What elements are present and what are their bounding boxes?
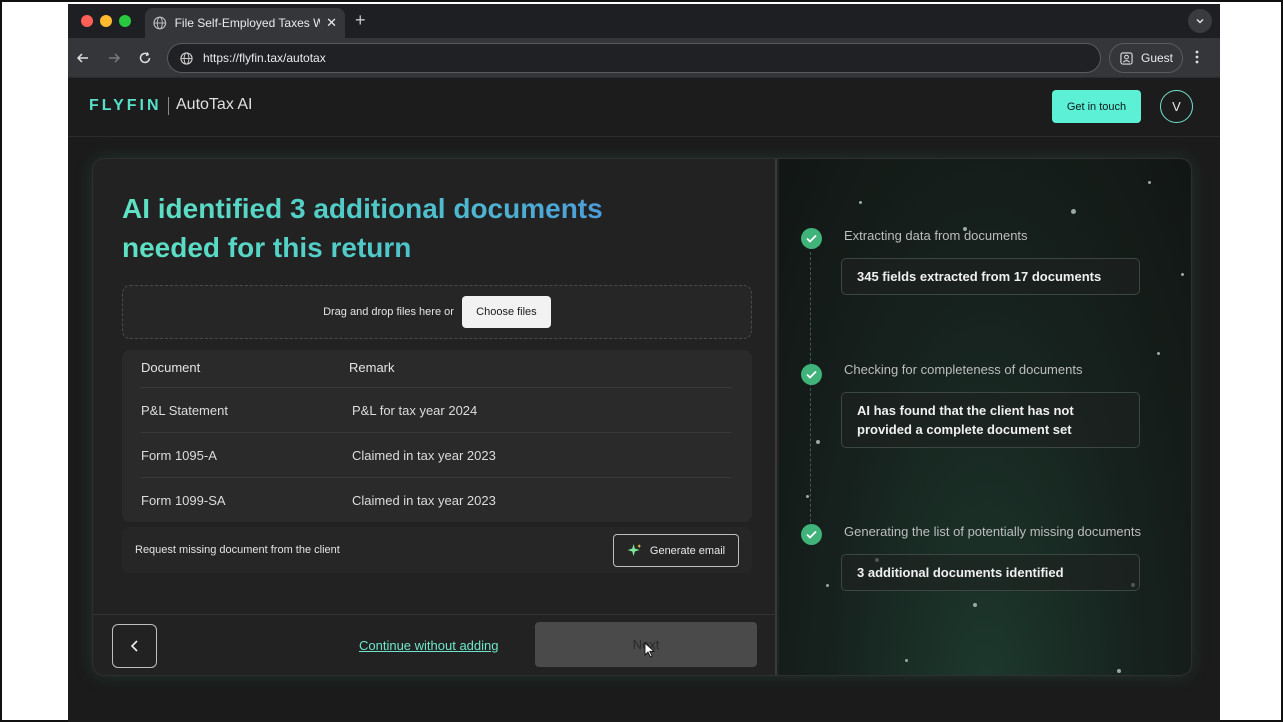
star-dot [806, 495, 809, 498]
mouse-cursor-icon [644, 642, 655, 658]
star-dot [859, 201, 862, 204]
reload-button[interactable] [135, 48, 155, 68]
column-header-remark: Remark [349, 360, 395, 375]
browser-tab[interactable]: File Self-Employed Taxes Wit ✕ [145, 8, 345, 38]
sparkle-icon [627, 543, 642, 557]
avatar[interactable]: V [1160, 90, 1193, 123]
continue-without-adding-link[interactable]: Continue without adding [359, 638, 499, 653]
documents-pane: AI identified 3 additional documents nee… [93, 159, 777, 675]
document-cell: Form 1095-A [141, 448, 217, 463]
step-result: AI has found that the client has not pro… [841, 392, 1140, 448]
address-bar[interactable]: https://flyfin.tax/autotax [167, 43, 1101, 73]
app-header: FLYFIN AutoTax AI Get in touch V [68, 78, 1220, 137]
app-root: FLYFIN AutoTax AI Get in touch V AI iden… [68, 78, 1220, 722]
footer-actions: Continue without adding Next [93, 614, 777, 675]
ai-progress-pane: Extracting data from documents 345 field… [779, 159, 1191, 675]
profile-label: Guest [1141, 51, 1174, 65]
maximize-window-button[interactable] [119, 15, 131, 27]
remark-cell: P&L for tax year 2024 [352, 403, 478, 418]
step-title: Extracting data from documents [844, 228, 1028, 243]
logo-divider [168, 97, 169, 115]
column-header-document: Document [141, 360, 201, 375]
star-dot [826, 584, 829, 587]
star-dot [1071, 209, 1076, 214]
request-documents-bar: Request missing document from the client… [122, 527, 752, 573]
document-cell: Form 1099-SA [141, 493, 226, 508]
new-tab-icon[interactable]: + [355, 10, 366, 31]
remark-cell: Claimed in tax year 2023 [352, 493, 496, 508]
tab-title: File Self-Employed Taxes Wit [174, 16, 321, 30]
check-icon [801, 228, 822, 249]
globe-icon [153, 16, 167, 30]
title-line-1: AI identified 3 additional documents [122, 193, 603, 224]
chevron-left-icon [130, 640, 138, 652]
star-dot [905, 659, 908, 662]
title-line-2: needed for this return [122, 232, 412, 263]
document-cell: P&L Statement [141, 403, 228, 418]
table-row: Form 1095-A Claimed in tax year 2023 [141, 432, 731, 477]
site-info-icon[interactable] [180, 51, 193, 65]
star-dot [973, 603, 977, 607]
close-tab-icon[interactable]: ✕ [326, 15, 337, 31]
flyfin-logo[interactable]: FLYFIN [89, 97, 162, 115]
missing-documents-table: Document Remark P&L Statement P&L for ta… [122, 350, 752, 522]
back-nav-button[interactable] [73, 48, 93, 68]
steps-connector [810, 252, 811, 542]
browser-toolbar: https://flyfin.tax/autotax Guest [68, 38, 1220, 78]
table-row: P&L Statement P&L for tax year 2024 [141, 387, 731, 432]
generate-email-label: Generate email [649, 544, 726, 557]
star-dot [816, 440, 820, 444]
star-dot [1157, 352, 1160, 355]
product-name: AutoTax AI [176, 96, 253, 113]
close-window-button[interactable] [81, 15, 93, 27]
generate-email-button[interactable]: Generate email [613, 534, 739, 567]
browser-menu-button[interactable] [1195, 50, 1199, 69]
minimize-window-button[interactable] [100, 15, 112, 27]
request-label: Request missing document from the client [135, 544, 340, 556]
remark-cell: Claimed in tax year 2023 [352, 448, 496, 463]
more-vertical-icon [1195, 50, 1199, 64]
check-icon [801, 364, 822, 385]
star-dot [1148, 181, 1151, 184]
forward-nav-button[interactable] [104, 48, 124, 68]
tab-strip: File Self-Employed Taxes Wit ✕ + [68, 4, 1220, 38]
step-title: Checking for completeness of documents [844, 362, 1083, 377]
autotax-card: AI identified 3 additional documents nee… [92, 158, 1192, 676]
file-dropzone[interactable]: Drag and drop files here or Choose files [122, 285, 752, 339]
check-icon [801, 524, 822, 545]
person-icon [1120, 51, 1133, 65]
dropzone-label: Drag and drop files here or [323, 306, 454, 318]
browser-window: File Self-Employed Taxes Wit ✕ + https:/… [68, 4, 1220, 722]
arrow-left-icon [76, 53, 88, 63]
choose-files-button[interactable]: Choose files [461, 296, 551, 328]
arrow-right-icon [109, 53, 121, 63]
step-result: 3 additional documents identified [841, 554, 1140, 591]
star-dot [1181, 273, 1184, 276]
table-row: Form 1099-SA Claimed in tax year 2023 [141, 477, 731, 522]
back-button[interactable] [112, 624, 157, 668]
step-result: 345 fields extracted from 17 documents [841, 258, 1140, 295]
reload-icon [139, 52, 151, 64]
page-title: AI identified 3 additional documents nee… [122, 189, 682, 267]
chevron-down-icon [1196, 18, 1204, 24]
get-in-touch-button[interactable]: Get in touch [1052, 90, 1141, 123]
step-title: Generating the list of potentially missi… [844, 524, 1141, 539]
url-text: https://flyfin.tax/autotax [203, 51, 326, 65]
star-dot [1117, 669, 1121, 673]
screenshot-frame: File Self-Employed Taxes Wit ✕ + https:/… [0, 0, 1283, 722]
profile-button[interactable]: Guest [1109, 43, 1183, 73]
tab-search-button[interactable] [1188, 9, 1212, 33]
